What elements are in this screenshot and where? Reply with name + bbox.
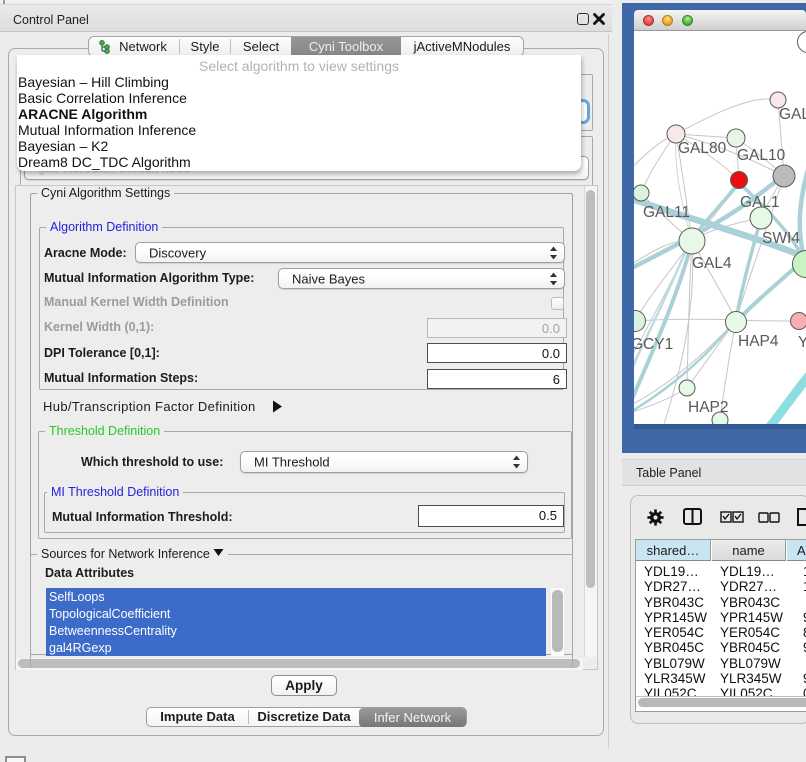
svg-text:SWI4: SWI4 <box>762 230 800 247</box>
svg-text:GAL: GAL <box>779 106 806 123</box>
svg-text:GAL10: GAL10 <box>737 147 786 164</box>
svg-text:GAL1: GAL1 <box>740 194 780 211</box>
svg-text:GAL11: GAL11 <box>643 204 690 221</box>
svg-text:HAP2: HAP2 <box>688 399 729 416</box>
svg-text:GAL80: GAL80 <box>678 140 727 157</box>
svg-text:HAP4: HAP4 <box>738 333 779 350</box>
svg-text:GAL4: GAL4 <box>692 255 732 272</box>
svg-text:GCY1: GCY1 <box>634 336 673 353</box>
svg-text:Y: Y <box>798 334 806 351</box>
